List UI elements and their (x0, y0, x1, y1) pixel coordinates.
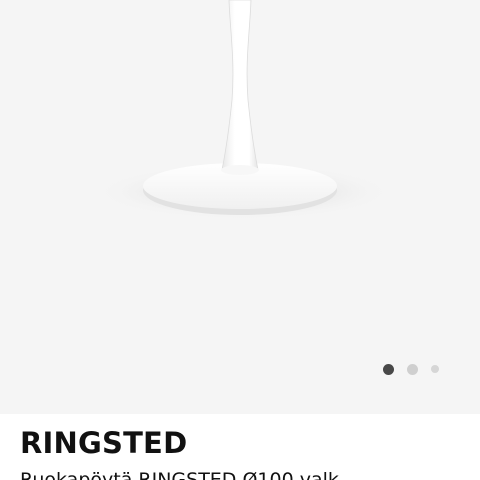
pagination-dot[interactable] (431, 365, 439, 373)
product-image (94, 0, 394, 220)
product-description: Ruokapöytä RINGSTED Ø100 valk. (20, 469, 345, 480)
product-screen: RINGSTED Ruokapöytä RINGSTED Ø100 valk. (0, 0, 480, 480)
product-title: RINGSTED (20, 426, 188, 460)
image-pagination-dots (383, 363, 439, 375)
product-image-gallery[interactable] (0, 0, 480, 414)
pagination-dot-active[interactable] (383, 363, 394, 375)
pagination-dot[interactable] (407, 363, 418, 375)
